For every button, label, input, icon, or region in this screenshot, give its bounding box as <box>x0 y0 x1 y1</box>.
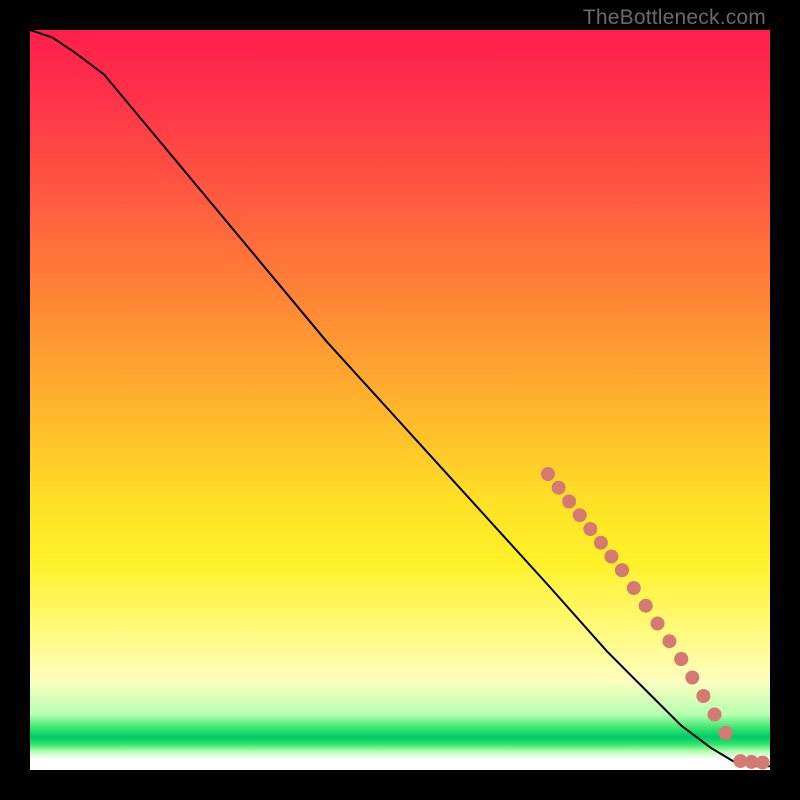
plot-overlay <box>30 30 770 770</box>
data-dot <box>627 581 641 595</box>
data-dot <box>615 563 629 577</box>
watermark-text: TheBottleneck.com <box>583 6 766 30</box>
plot-area <box>30 30 770 770</box>
data-dot <box>594 536 608 550</box>
data-dots <box>541 467 770 770</box>
data-dot <box>708 708 722 722</box>
data-dot <box>562 495 576 509</box>
data-dot <box>662 634 676 648</box>
data-dot <box>615 563 629 577</box>
data-dot <box>674 652 688 666</box>
data-dot <box>719 726 733 740</box>
data-dot <box>733 754 747 768</box>
data-dot <box>639 599 653 613</box>
data-dot <box>583 522 597 536</box>
data-dot <box>685 671 699 685</box>
data-dot <box>651 617 665 631</box>
chart-container: TheBottleneck.com <box>0 0 800 800</box>
bottleneck-curve <box>30 30 770 766</box>
data-dot <box>573 508 587 522</box>
data-dot <box>756 756 770 770</box>
data-dot <box>541 467 555 481</box>
data-dot <box>696 689 710 703</box>
data-dot <box>674 652 688 666</box>
data-dot <box>745 755 759 769</box>
data-dot <box>604 550 618 564</box>
data-dot <box>552 481 566 495</box>
